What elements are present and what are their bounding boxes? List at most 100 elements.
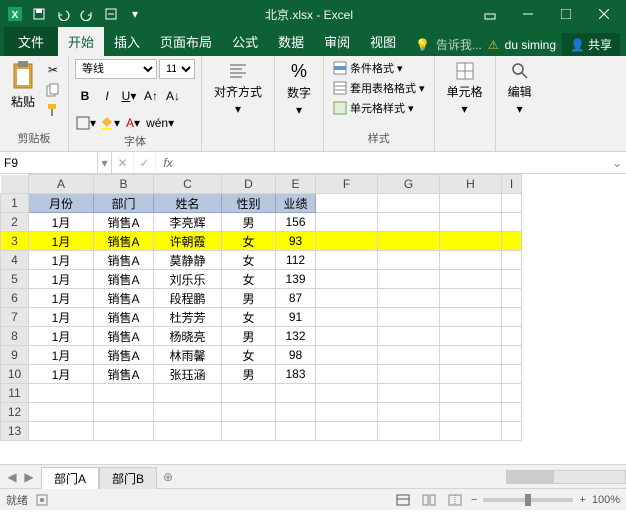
cell[interactable] bbox=[440, 365, 502, 384]
undo-icon[interactable] bbox=[52, 3, 74, 25]
cell[interactable] bbox=[440, 327, 502, 346]
cell[interactable]: 男 bbox=[222, 213, 276, 232]
font-color-button[interactable]: A▾ bbox=[123, 113, 143, 133]
tab-layout[interactable]: 页面布局 bbox=[150, 27, 222, 56]
cell[interactable]: 杜芳芳 bbox=[154, 308, 222, 327]
redo-icon[interactable] bbox=[76, 3, 98, 25]
user-name[interactable]: du siming bbox=[505, 38, 556, 52]
cell[interactable] bbox=[502, 270, 522, 289]
cell[interactable]: 许朝霞 bbox=[154, 232, 222, 251]
cell[interactable] bbox=[316, 289, 378, 308]
cell[interactable] bbox=[29, 403, 94, 422]
font-name-select[interactable]: 等线 bbox=[75, 59, 157, 79]
cell[interactable] bbox=[502, 251, 522, 270]
macro-record-icon[interactable] bbox=[36, 494, 48, 506]
italic-button[interactable]: I bbox=[97, 86, 117, 106]
cell[interactable] bbox=[378, 213, 440, 232]
cell[interactable] bbox=[316, 384, 378, 403]
cell[interactable] bbox=[316, 194, 378, 213]
cell[interactable] bbox=[440, 213, 502, 232]
row-header[interactable]: 6 bbox=[1, 289, 29, 308]
sheet-nav-next-icon[interactable]: ▶ bbox=[21, 469, 37, 485]
row-header[interactable]: 13 bbox=[1, 422, 29, 441]
cell[interactable]: 李亮辉 bbox=[154, 213, 222, 232]
zoom-level[interactable]: 100% bbox=[592, 494, 620, 506]
cell[interactable] bbox=[276, 384, 316, 403]
cell[interactable] bbox=[440, 232, 502, 251]
cell[interactable] bbox=[222, 403, 276, 422]
col-header[interactable]: H bbox=[440, 175, 502, 194]
cell[interactable] bbox=[316, 327, 378, 346]
cell[interactable] bbox=[502, 403, 522, 422]
cell[interactable]: 1月 bbox=[29, 346, 94, 365]
row-header[interactable]: 9 bbox=[1, 346, 29, 365]
cells-button[interactable]: 单元格▾ bbox=[441, 59, 489, 118]
cell[interactable] bbox=[222, 422, 276, 441]
cell[interactable]: 销售A bbox=[94, 327, 154, 346]
row-header[interactable]: 11 bbox=[1, 384, 29, 403]
cell[interactable]: 姓名 bbox=[154, 194, 222, 213]
table-format-button[interactable]: 套用表格格式▾ bbox=[330, 79, 428, 97]
cell[interactable]: 女 bbox=[222, 270, 276, 289]
tab-file[interactable]: 文件 bbox=[4, 27, 58, 56]
cell[interactable] bbox=[316, 308, 378, 327]
horizontal-scrollbar[interactable] bbox=[506, 470, 626, 484]
zoom-slider[interactable] bbox=[483, 498, 573, 502]
cell[interactable] bbox=[502, 308, 522, 327]
col-header[interactable]: D bbox=[222, 175, 276, 194]
cell[interactable]: 销售A bbox=[94, 346, 154, 365]
cell[interactable]: 刘乐乐 bbox=[154, 270, 222, 289]
cell[interactable] bbox=[222, 384, 276, 403]
row-header[interactable]: 12 bbox=[1, 403, 29, 422]
cell[interactable]: 1月 bbox=[29, 232, 94, 251]
cell[interactable]: 销售A bbox=[94, 365, 154, 384]
cell[interactable] bbox=[378, 365, 440, 384]
formula-expand-icon[interactable]: ⌄ bbox=[608, 152, 626, 173]
qat-customize-icon[interactable] bbox=[100, 3, 122, 25]
qat-dropdown-icon[interactable]: ▾ bbox=[124, 3, 146, 25]
row-header[interactable]: 3 bbox=[1, 232, 29, 251]
sheet-tab-b[interactable]: 部门B bbox=[99, 467, 157, 489]
increase-font-button[interactable]: A↑ bbox=[141, 86, 161, 106]
cell[interactable] bbox=[276, 403, 316, 422]
paste-button[interactable]: 粘贴 bbox=[6, 59, 40, 112]
cell[interactable]: 139 bbox=[276, 270, 316, 289]
view-pagebreak-icon[interactable] bbox=[445, 492, 465, 508]
tab-review[interactable]: 审阅 bbox=[314, 27, 360, 56]
cell[interactable] bbox=[276, 422, 316, 441]
fx-label[interactable]: fx bbox=[156, 152, 180, 173]
bold-button[interactable]: B bbox=[75, 86, 95, 106]
cell[interactable] bbox=[440, 270, 502, 289]
cell[interactable] bbox=[94, 403, 154, 422]
cell[interactable]: 月份 bbox=[29, 194, 94, 213]
cell[interactable]: 1月 bbox=[29, 270, 94, 289]
col-header[interactable]: C bbox=[154, 175, 222, 194]
cell[interactable]: 业绩 bbox=[276, 194, 316, 213]
zoom-in-icon[interactable]: + bbox=[579, 494, 585, 506]
row-header[interactable]: 1 bbox=[1, 194, 29, 213]
tab-insert[interactable]: 插入 bbox=[104, 27, 150, 56]
cell[interactable] bbox=[94, 384, 154, 403]
row-header[interactable]: 8 bbox=[1, 327, 29, 346]
cell[interactable] bbox=[29, 422, 94, 441]
cell[interactable]: 156 bbox=[276, 213, 316, 232]
cell[interactable] bbox=[378, 327, 440, 346]
cell[interactable] bbox=[154, 422, 222, 441]
underline-button[interactable]: U▾ bbox=[119, 86, 139, 106]
cell[interactable] bbox=[378, 251, 440, 270]
cell[interactable]: 女 bbox=[222, 232, 276, 251]
cell[interactable] bbox=[154, 384, 222, 403]
cell[interactable]: 87 bbox=[276, 289, 316, 308]
cell[interactable] bbox=[378, 346, 440, 365]
cell[interactable]: 1月 bbox=[29, 251, 94, 270]
cell[interactable]: 93 bbox=[276, 232, 316, 251]
cell[interactable] bbox=[94, 422, 154, 441]
cell[interactable] bbox=[502, 194, 522, 213]
format-painter-icon[interactable] bbox=[44, 101, 62, 119]
cancel-formula-icon[interactable]: ✕ bbox=[112, 152, 134, 173]
cell[interactable]: 132 bbox=[276, 327, 316, 346]
sheet-nav-prev-icon[interactable]: ◀ bbox=[4, 469, 20, 485]
cell[interactable] bbox=[316, 403, 378, 422]
view-layout-icon[interactable] bbox=[419, 492, 439, 508]
col-header[interactable]: I bbox=[502, 175, 522, 194]
